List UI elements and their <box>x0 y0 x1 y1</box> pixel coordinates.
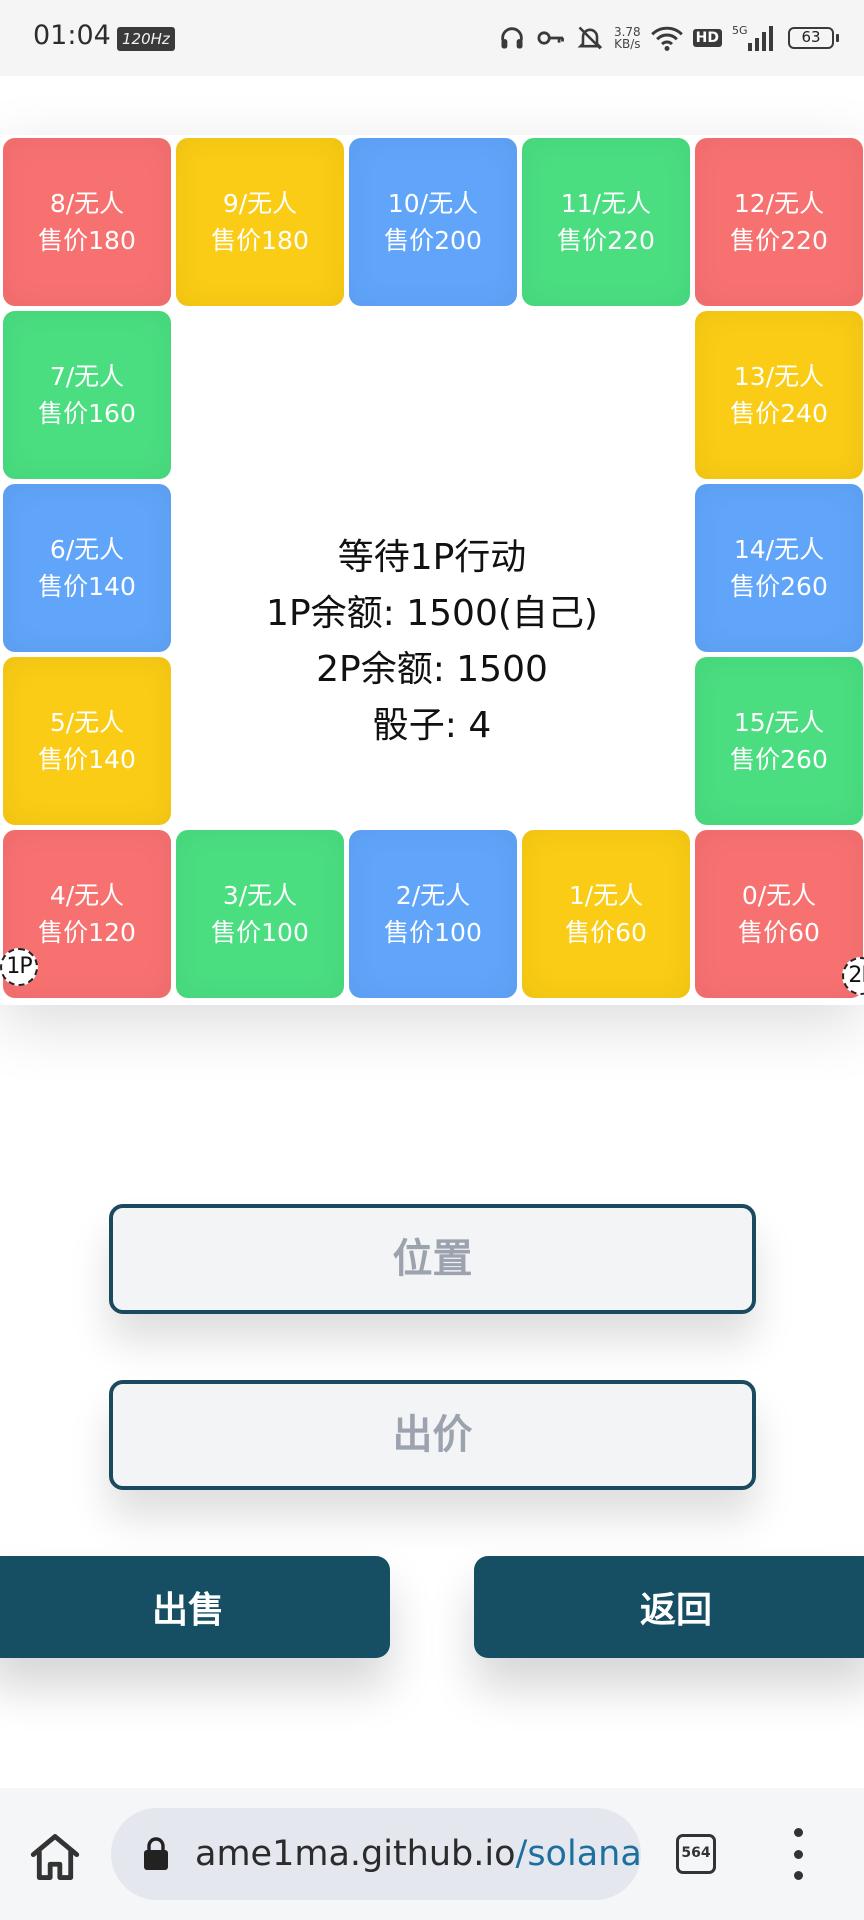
status-time: 01:04 <box>33 20 111 51</box>
sell-button[interactable]: 出售 <box>0 1556 390 1658</box>
cell-owner-label: 7/无人 <box>49 362 125 391</box>
cell-price-label: 售价180 <box>211 226 309 255</box>
board-cell-10[interactable]: 10/无人售价200 <box>349 138 517 306</box>
cell-price-label: 售价60 <box>565 918 647 947</box>
cell-owner-label: 3/无人 <box>222 881 298 910</box>
tab-switcher-button[interactable]: 564 <box>676 1834 716 1874</box>
cell-price-label: 售价220 <box>557 226 655 255</box>
headphones-icon <box>501 27 523 49</box>
board-cell-2[interactable]: 2/无人售价100 <box>349 830 517 998</box>
back-button[interactable]: 返回 <box>474 1556 864 1658</box>
cell-price-label: 售价120 <box>38 918 136 947</box>
cell-price-label: 售价180 <box>38 226 136 255</box>
refresh-rate-badge: 120Hz <box>117 27 175 51</box>
signal-icon: 5G <box>732 24 773 51</box>
cell-owner-label: 9/无人 <box>222 189 298 218</box>
board-cell-15[interactable]: 15/无人售价260 <box>695 657 863 825</box>
p1-balance: 1P余额: 1500(自己) <box>266 593 598 634</box>
cell-owner-label: 5/无人 <box>49 708 125 737</box>
price-input[interactable] <box>109 1380 756 1490</box>
board-cell-8[interactable]: 8/无人售价180 <box>3 138 171 306</box>
player-token-1: 1P <box>0 948 38 986</box>
vpn-key-icon <box>537 31 564 45</box>
net-speed-unit: KB/s <box>614 37 641 51</box>
cell-price-label: 售价220 <box>730 226 828 255</box>
status-bar: 01:04 120Hz 3.78 KB/s HD 5G 63 <box>0 0 864 76</box>
lock-icon <box>144 1837 168 1870</box>
cell-owner-label: 14/无人 <box>733 535 825 564</box>
address-bar[interactable]: ame1ma.github.io/solana <box>111 1808 641 1900</box>
cell-price-label: 售价260 <box>730 745 828 774</box>
cell-owner-label: 12/无人 <box>733 189 825 218</box>
cell-price-label: 售价140 <box>38 745 136 774</box>
more-menu-icon[interactable] <box>786 1828 810 1880</box>
tab-count: 564 <box>681 1845 711 1861</box>
board-cell-6[interactable]: 6/无人售价140 <box>3 484 171 652</box>
dice-value: 骰子: 4 <box>372 705 492 746</box>
net-speed: 3.78 KB/s <box>614 26 641 50</box>
cell-price-label: 售价260 <box>730 572 828 601</box>
cell-owner-label: 13/无人 <box>733 362 825 391</box>
board-cell-11[interactable]: 11/无人售价220 <box>522 138 690 306</box>
cell-owner-label: 11/无人 <box>560 189 652 218</box>
position-input[interactable] <box>109 1204 756 1314</box>
status-icons: 3.78 KB/s HD 5G 63 <box>488 20 839 56</box>
cell-owner-label: 4/无人 <box>49 881 125 910</box>
p2-balance: 2P余额: 1500 <box>316 649 548 690</box>
board-cell-12[interactable]: 12/无人售价220 <box>695 138 863 306</box>
cell-owner-label: 1/无人 <box>568 881 644 910</box>
battery-level: 63 <box>801 28 821 46</box>
cell-owner-label: 0/无人 <box>741 881 817 910</box>
network-label: 5G <box>732 24 748 37</box>
url-text: ame1ma.github.io/solana <box>195 1808 641 1900</box>
cell-price-label: 售价100 <box>384 918 482 947</box>
cell-price-label: 售价100 <box>211 918 309 947</box>
board-cell-0[interactable]: 0/无人售价60 <box>695 830 863 998</box>
battery-icon: 63 <box>788 27 839 49</box>
board-cell-7[interactable]: 7/无人售价160 <box>3 311 171 479</box>
home-icon[interactable] <box>26 1828 84 1886</box>
cell-price-label: 售价60 <box>738 918 820 947</box>
turn-status: 等待1P行动 <box>337 537 527 578</box>
cell-price-label: 售价240 <box>730 399 828 428</box>
cell-price-label: 售价140 <box>38 572 136 601</box>
board-cell-3[interactable]: 3/无人售价100 <box>176 830 344 998</box>
game-info-panel: 等待1P行动 1P余额: 1500(自己) 2P余额: 1500 骰子: 4 <box>173 383 691 901</box>
cell-owner-label: 15/无人 <box>733 708 825 737</box>
board-cell-9[interactable]: 9/无人售价180 <box>176 138 344 306</box>
bell-off-icon <box>577 26 603 50</box>
cell-owner-label: 2/无人 <box>395 881 471 910</box>
cell-owner-label: 6/无人 <box>49 535 125 564</box>
cell-owner-label: 10/无人 <box>387 189 479 218</box>
cell-owner-label: 8/无人 <box>49 189 125 218</box>
url-path: /solana <box>515 1834 641 1874</box>
game-board: 等待1P行动 1P余额: 1500(自己) 2P余额: 1500 骰子: 4 0… <box>0 135 864 999</box>
board-cell-1[interactable]: 1/无人售价60 <box>522 830 690 998</box>
browser-toolbar: ame1ma.github.io/solana 564 <box>0 1788 864 1920</box>
url-host: ame1ma.github.io <box>195 1834 516 1874</box>
board-cell-13[interactable]: 13/无人售价240 <box>695 311 863 479</box>
cell-price-label: 售价160 <box>38 399 136 428</box>
wifi-icon <box>650 26 683 51</box>
cell-price-label: 售价200 <box>384 226 482 255</box>
board-cell-14[interactable]: 14/无人售价260 <box>695 484 863 652</box>
hd-badge: HD <box>692 29 722 47</box>
board-cell-5[interactable]: 5/无人售价140 <box>3 657 171 825</box>
